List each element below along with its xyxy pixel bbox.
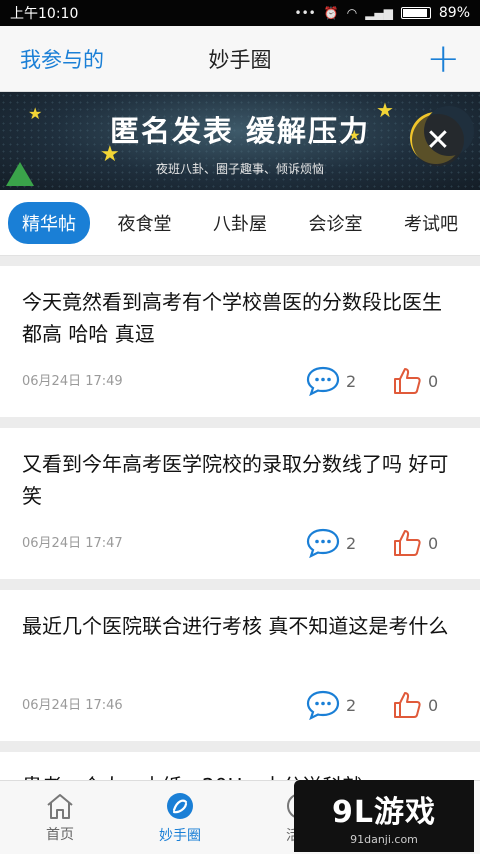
nav-home-label: 首页 [46, 826, 74, 843]
comment-button[interactable]: 2 [306, 366, 356, 396]
category-tabs: 精华帖 夜食堂 八卦屋 会诊室 考试吧 [0, 190, 480, 256]
nav-home[interactable]: 首页 [0, 781, 120, 854]
tab-consultation[interactable]: 会诊室 [295, 202, 377, 244]
like-count: 0 [428, 533, 439, 553]
battery-icon [400, 7, 431, 19]
circle-logo-icon [167, 792, 193, 819]
signal-dots-icon: ••• [294, 6, 316, 20]
watermark-logo: 9L游戏 91danji.com [294, 780, 474, 852]
like-button[interactable]: 0 [392, 528, 438, 558]
wifi-icon: ◠ [346, 6, 358, 20]
comment-count: 2 [346, 371, 357, 391]
tab-exam[interactable]: 考试吧 [390, 202, 472, 244]
promo-banner[interactable]: ★ ★ ★ ★ 匿名发表 缓解压力 夜班八卦、圈子趣事、倾诉烦恼 [0, 92, 480, 190]
banner-close-button[interactable]: ✕ [412, 114, 464, 166]
post-time: 06月24日 17:47 [22, 536, 123, 551]
comment-icon [306, 690, 340, 720]
post-title[interactable]: 今天竟然看到高考有个学校兽医的分数段比医生都高 哈哈 真逗 [22, 286, 456, 350]
post-card[interactable]: 又看到今年高考医学院校的录取分数线了吗 好可笑 06月24日 17:47 2 0 [0, 428, 480, 579]
tab-featured[interactable]: 精华帖 [8, 201, 90, 244]
post-card[interactable]: 今天竟然看到高考有个学校兽医的分数段比医生都高 哈哈 真逗 06月24日 17:… [0, 266, 480, 417]
alarm-icon: ⏰ [323, 6, 339, 20]
watermark-sub: 91danji.com [350, 832, 418, 846]
nav-circle[interactable]: 妙手圈 [120, 781, 240, 854]
tab-gossip[interactable]: 八卦屋 [199, 202, 281, 244]
comment-icon [306, 528, 340, 558]
comment-icon [306, 366, 340, 396]
banner-subline: 夜班八卦、圈子趣事、倾诉烦恼 [155, 162, 324, 176]
post-card[interactable]: 最近几个医院联合进行考核 真不知道这是考什么 06月24日 17:46 2 0 [0, 590, 480, 741]
like-button[interactable]: 0 [392, 690, 438, 720]
comment-count: 2 [346, 533, 357, 553]
home-icon [47, 793, 73, 819]
app-header: 我参与的 妙手圈 + [0, 26, 480, 92]
battery-percent: 89% [438, 5, 470, 21]
status-time: 上午10:10 [10, 6, 79, 22]
post-title[interactable]: 最近几个医院联合进行考核 真不知道这是考什么 [22, 610, 456, 642]
cell-signal-icon: ▂▄▆ [365, 6, 393, 20]
post-title[interactable]: 又看到今年高考医学院校的录取分数线了吗 好可笑 [22, 448, 456, 512]
nav-circle-label: 妙手圈 [159, 827, 201, 844]
thumbs-up-icon [394, 530, 421, 556]
like-count: 0 [428, 371, 439, 391]
close-icon: ✕ [425, 122, 451, 158]
my-participation-link[interactable]: 我参与的 [20, 44, 104, 74]
post-time: 06月24日 17:46 [22, 698, 123, 713]
comment-button[interactable]: 2 [306, 690, 356, 720]
thumbs-up-icon [394, 692, 421, 718]
comment-button[interactable]: 2 [306, 528, 356, 558]
comment-count: 2 [346, 695, 357, 715]
like-count: 0 [428, 695, 439, 715]
post-time: 06月24日 17:49 [22, 374, 123, 389]
thumbs-up-icon [394, 368, 421, 394]
banner-headline: 匿名发表 缓解压力 [109, 114, 371, 148]
post-list: 今天竟然看到高考有个学校兽医的分数段比医生都高 哈哈 真逗 06月24日 17:… [0, 256, 480, 812]
status-icons: ••• ⏰ ◠ ▂▄▆ 89% [295, 5, 470, 21]
watermark-main: 9L游戏 [332, 794, 436, 830]
tab-night-canteen[interactable]: 夜食堂 [104, 202, 186, 244]
add-post-button[interactable]: + [426, 39, 460, 79]
like-button[interactable]: 0 [392, 366, 438, 396]
status-bar: 上午10:10 ••• ⏰ ◠ ▂▄▆ 89% [0, 0, 480, 26]
